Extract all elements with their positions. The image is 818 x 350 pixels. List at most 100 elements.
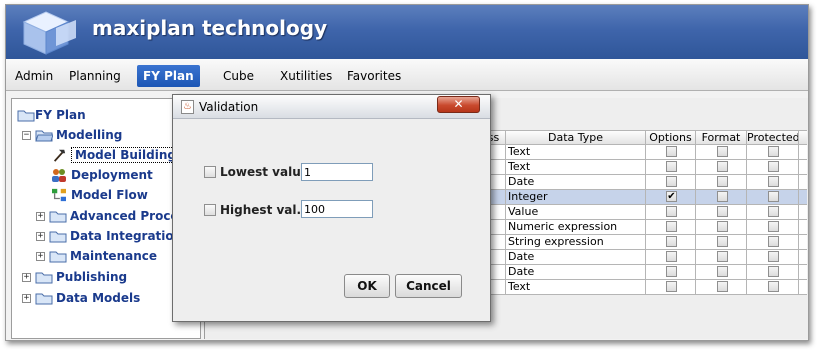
format-cell [696,280,747,295]
data-type-cell[interactable]: Numeric expression [506,220,646,235]
tree-item-model-building[interactable]: Model Building [50,145,180,165]
table-row[interactable]: Text [482,145,807,160]
format-checkbox[interactable] [716,221,728,232]
format-checkbox[interactable] [716,206,728,217]
menu-item-planning[interactable]: Planning [63,65,127,87]
options-checkbox[interactable] [666,266,677,277]
protected-checkbox[interactable] [768,221,779,232]
table-header: ss Data Type Options Format Protected [482,130,807,145]
options-checkbox[interactable]: ✔ [666,191,677,202]
format-checkbox[interactable] [716,266,728,277]
column-header[interactable]: Data Type [506,130,646,145]
options-checkbox[interactable] [666,221,677,232]
table-cell [799,205,807,220]
menu-item-fy-plan[interactable]: FY Plan [137,65,200,87]
tree-item-fy-plan[interactable]: FY Plan [17,105,86,125]
tree-item-publishing[interactable]: + Publishing [22,267,127,287]
table-row[interactable]: Text [482,280,807,295]
lowest-value-checkbox[interactable] [204,166,216,178]
table-row[interactable]: Integer ✔ [482,190,807,205]
data-type-cell[interactable]: Text [506,145,646,160]
format-checkbox[interactable] [716,176,728,187]
tree-item-model-flow[interactable]: Model Flow [50,185,148,205]
protected-cell [747,205,799,220]
options-cell [646,160,696,175]
menu-item-admin[interactable]: Admin [9,65,59,87]
tree-item-deployment[interactable]: Deployment [50,165,153,185]
protected-checkbox[interactable] [768,266,779,277]
data-type-cell[interactable]: Text [506,160,646,175]
lowest-value-input[interactable] [301,163,373,181]
data-type-cell[interactable]: Integer [506,190,646,205]
protected-checkbox[interactable] [768,176,779,187]
column-header[interactable]: Format [696,130,747,145]
expand-icon[interactable]: + [36,231,45,241]
tree-item-data-models[interactable]: + Data Models [22,288,140,308]
data-type-cell[interactable]: Value [506,205,646,220]
format-cell [696,175,747,190]
protected-checkbox[interactable] [768,191,779,202]
java-icon: ♨ [181,100,194,114]
menu-bar: Admin Planning FY Plan Cube Xutilities F… [6,59,808,91]
format-checkbox[interactable] [716,191,728,202]
data-type-cell[interactable]: Date [506,265,646,280]
options-checkbox[interactable] [666,251,677,262]
collapse-icon[interactable]: − [22,130,31,140]
format-cell [696,250,747,265]
format-checkbox[interactable] [716,281,728,292]
table-row[interactable]: Date [482,250,807,265]
options-checkbox[interactable] [666,236,677,247]
folder-icon [35,293,53,305]
protected-checkbox[interactable] [768,236,779,247]
options-checkbox[interactable] [666,206,677,217]
expand-icon[interactable]: + [36,251,45,261]
options-checkbox[interactable] [666,176,677,187]
format-checkbox[interactable] [716,236,728,247]
options-checkbox[interactable] [666,146,677,157]
tree-item-data-integration[interactable]: + Data Integration [36,226,182,246]
app-banner: maxiplan technology [6,5,808,59]
protected-checkbox[interactable] [768,206,779,217]
cancel-button[interactable]: Cancel [395,274,462,298]
options-checkbox[interactable] [666,161,677,172]
table-row[interactable]: Date [482,265,807,280]
data-type-cell[interactable]: Date [506,175,646,190]
menu-item-cube[interactable]: Cube [217,65,260,87]
format-checkbox[interactable] [716,251,728,262]
format-checkbox[interactable] [716,146,728,157]
table-row[interactable]: Text [482,160,807,175]
brand-title: maxiplan technology [92,16,328,40]
options-checkbox[interactable] [666,281,677,292]
tree-item-modelling[interactable]: − Modelling [22,125,122,145]
menu-item-favorites[interactable]: Favorites [341,65,407,87]
highest-value-input[interactable] [301,200,373,218]
dialog-titlebar[interactable]: ♨ Validation ✕ [173,95,490,119]
protected-checkbox[interactable] [768,161,779,172]
data-type-cell[interactable]: Date [506,250,646,265]
table-row[interactable]: Numeric expression [482,220,807,235]
protected-checkbox[interactable] [768,251,779,262]
format-cell [696,160,747,175]
highest-value-checkbox[interactable] [204,204,216,216]
column-header[interactable]: Protected [747,130,799,145]
expand-icon[interactable]: + [36,211,45,221]
attribute-table: ss Data Type Options Format Protected Te… [482,130,807,295]
close-button[interactable]: ✕ [437,96,480,113]
table-row[interactable]: Date [482,175,807,190]
expand-icon[interactable]: + [22,272,31,282]
protected-checkbox[interactable] [768,281,779,292]
table-row[interactable]: String expression [482,235,807,250]
column-header[interactable]: Options [646,130,696,145]
protected-checkbox[interactable] [768,146,779,157]
tree-label: Publishing [56,270,128,284]
data-type-cell[interactable]: String expression [506,235,646,250]
table-cell [799,145,807,160]
format-checkbox[interactable] [716,161,728,172]
table-row[interactable]: Value [482,205,807,220]
data-type-cell[interactable]: Text [506,280,646,295]
tree-item-advanced-process[interactable]: + Advanced Process [36,206,193,226]
menu-item-xutilities[interactable]: Xutilities [274,65,338,87]
expand-icon[interactable]: + [22,293,31,303]
tree-item-maintenance[interactable]: + Maintenance [36,246,157,266]
ok-button[interactable]: OK [344,274,390,298]
